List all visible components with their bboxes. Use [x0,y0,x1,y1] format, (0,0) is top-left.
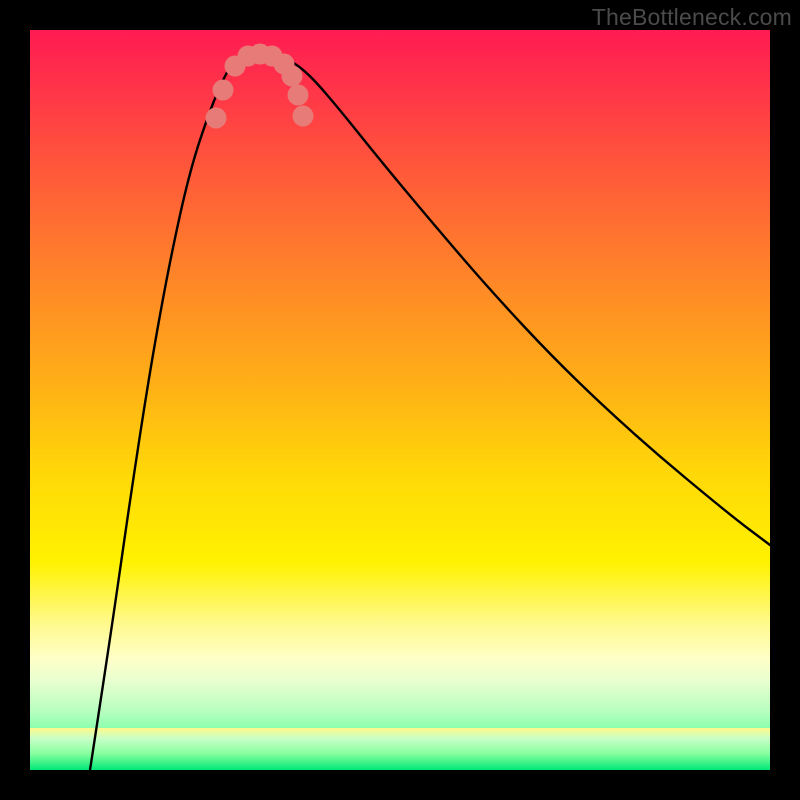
highlight-dot [282,66,303,87]
highlight-dot [213,80,234,101]
chart-frame: TheBottleneck.com [0,0,800,800]
highlight-dots-group [206,44,314,129]
highlight-dot [206,108,227,129]
bottleneck-chart-svg [30,30,770,770]
highlight-dot [288,85,309,106]
watermark-text: TheBottleneck.com [592,4,792,31]
highlight-dot [293,106,314,127]
bottleneck-curve [90,51,770,771]
